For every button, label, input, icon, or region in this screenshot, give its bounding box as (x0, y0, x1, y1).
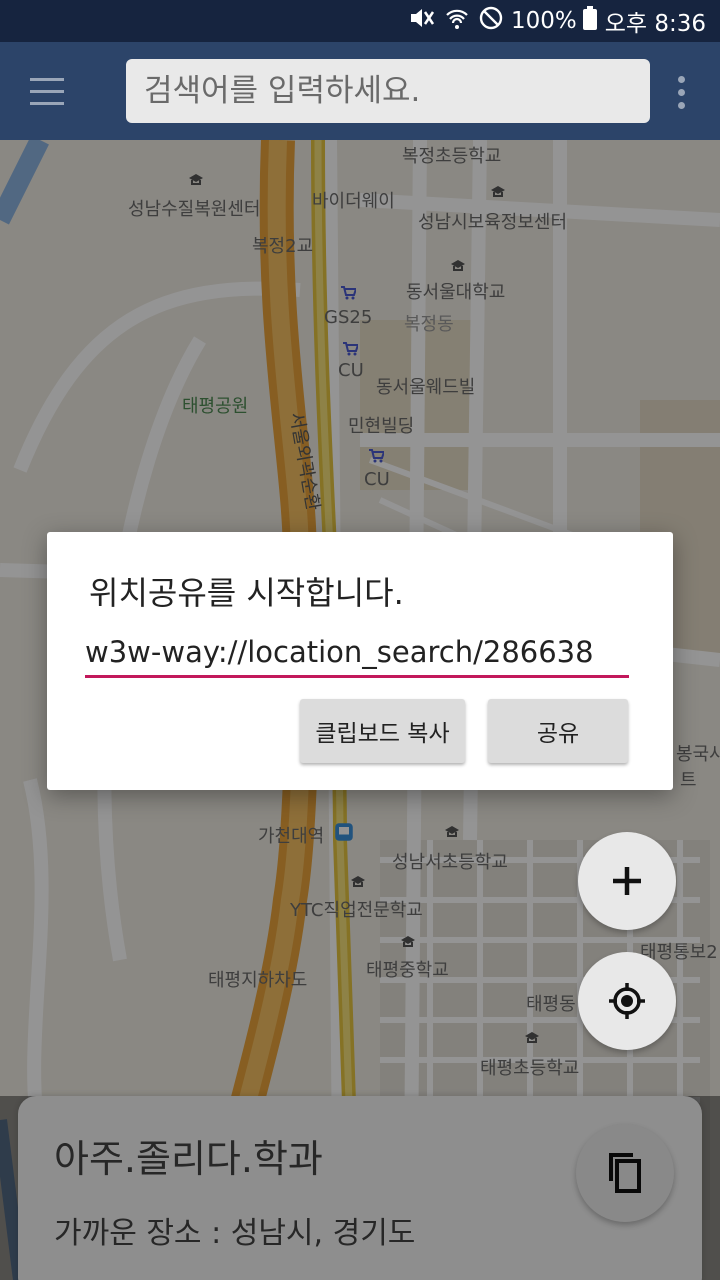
app-bar (0, 42, 720, 140)
search-input[interactable] (126, 59, 650, 123)
wifi-icon (445, 6, 469, 36)
do-not-disturb-icon (479, 6, 503, 36)
location-url-field[interactable] (85, 628, 629, 678)
copy-icon (609, 1153, 641, 1193)
zoom-in-button[interactable] (578, 832, 676, 930)
plus-icon (613, 867, 641, 895)
battery-icon (582, 6, 597, 36)
copy-button[interactable] (576, 1124, 674, 1222)
hamburger-menu-icon[interactable] (30, 78, 66, 106)
gps-target-icon (609, 983, 645, 1019)
more-vert-icon[interactable] (672, 76, 692, 110)
clock: 오후 8:36 (604, 11, 706, 37)
copy-to-clipboard-button[interactable]: 클립보드 복사 (300, 699, 465, 763)
status-bar: 100% 오후 8:36 (0, 0, 720, 42)
mute-icon (409, 6, 435, 36)
my-location-button[interactable] (578, 952, 676, 1050)
share-location-dialog: 위치공유를 시작합니다. 클립보드 복사 공유 (47, 532, 673, 790)
share-button[interactable]: 공유 (488, 699, 628, 763)
three-word-address: 아주.졸리다.학과 (54, 1137, 323, 1181)
battery-percent: 100% (510, 8, 577, 34)
dialog-title: 위치공유를 시작합니다. (89, 574, 404, 612)
nearby-place: 가까운 장소 : 성남시, 경기도 (54, 1216, 416, 1251)
